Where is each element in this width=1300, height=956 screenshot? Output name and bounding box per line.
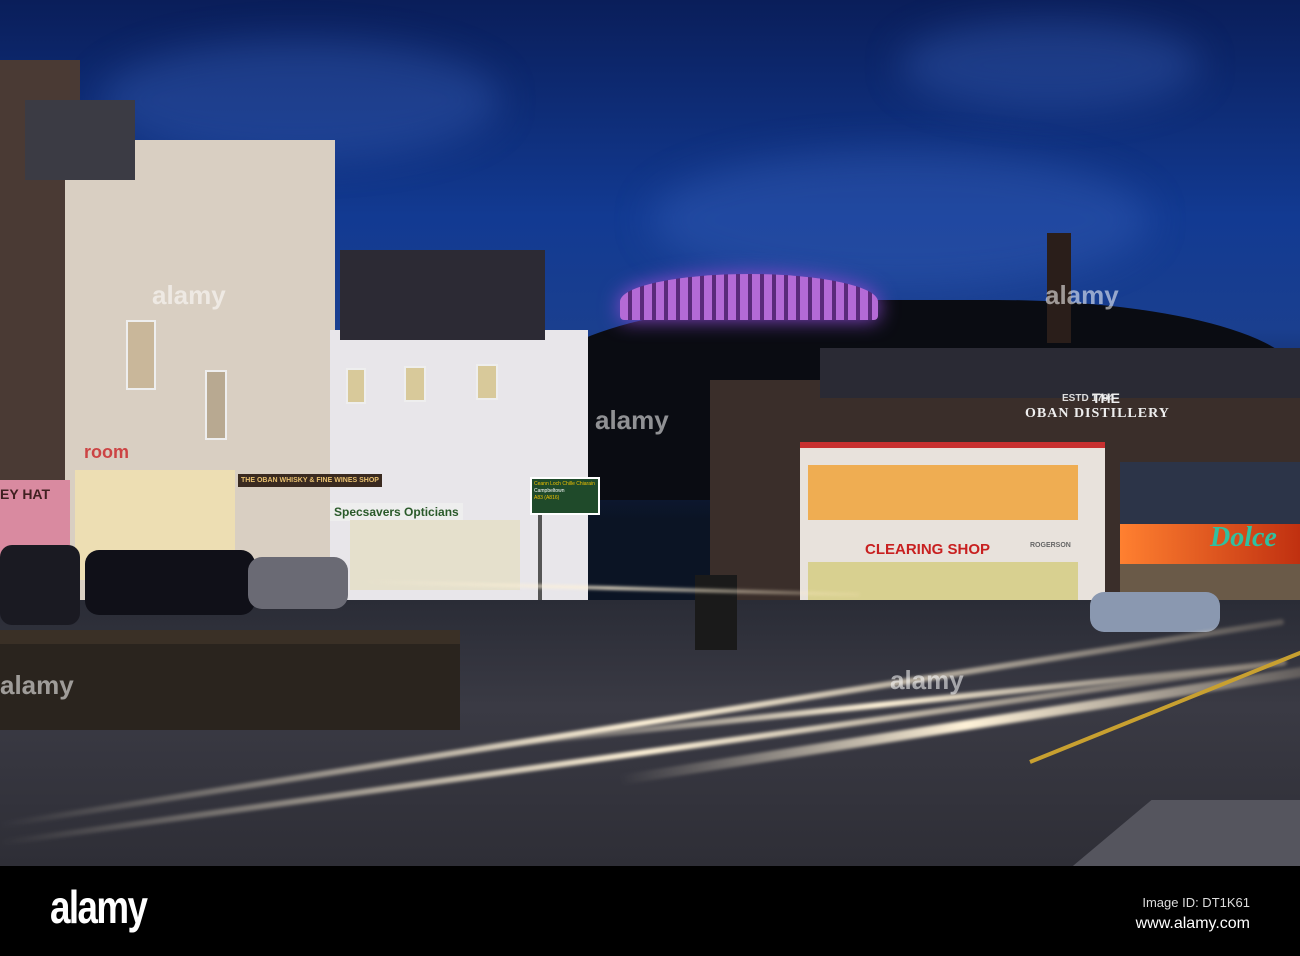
bin [695,575,737,650]
road-sign-gaelic: Ceann Loch Chille Chiarain [534,481,595,487]
night-street-photo: EY HAT room THE OBAN WHISKY & FINE WINES… [0,0,1300,866]
room-shop-sign: room [84,442,129,462]
distillery-the: THE [1092,390,1120,406]
parked-car [85,550,255,615]
dolce-sign: Dolce [1210,522,1277,553]
clearing-shop-sign: CLEARING SHOP [865,541,991,558]
alamy-logo: alamy [50,881,148,933]
road-sign-destination: Campbeltown [534,488,565,494]
direction-road-sign: Ceann Loch Chille Chiarain Campbeltown A… [530,477,600,515]
watermark: alamy [890,665,964,695]
hat-shop-sign: EY HAT [0,486,51,502]
watermark: alamy [1045,280,1119,310]
alamy-url: www.alamy.com [1135,915,1250,932]
distillery-sign: OBAN DISTILLERY [1025,406,1170,421]
rogerson-sign: ROGERSON [1030,542,1071,549]
image-id: Image ID: DT1K61 [1142,895,1250,910]
opticians-sign: Specsavers Opticians [330,503,463,521]
mccaigs-tower [620,274,878,320]
whisky-shop-sign: THE OBAN WHISKY & FINE WINES SHOP [238,474,382,487]
watermark: alamy [152,280,226,310]
watermark-bar [0,866,1300,956]
road-sign-route: A83 (A816) [534,495,560,501]
watermark: alamy [595,405,669,435]
watermark: alamy [0,670,74,700]
